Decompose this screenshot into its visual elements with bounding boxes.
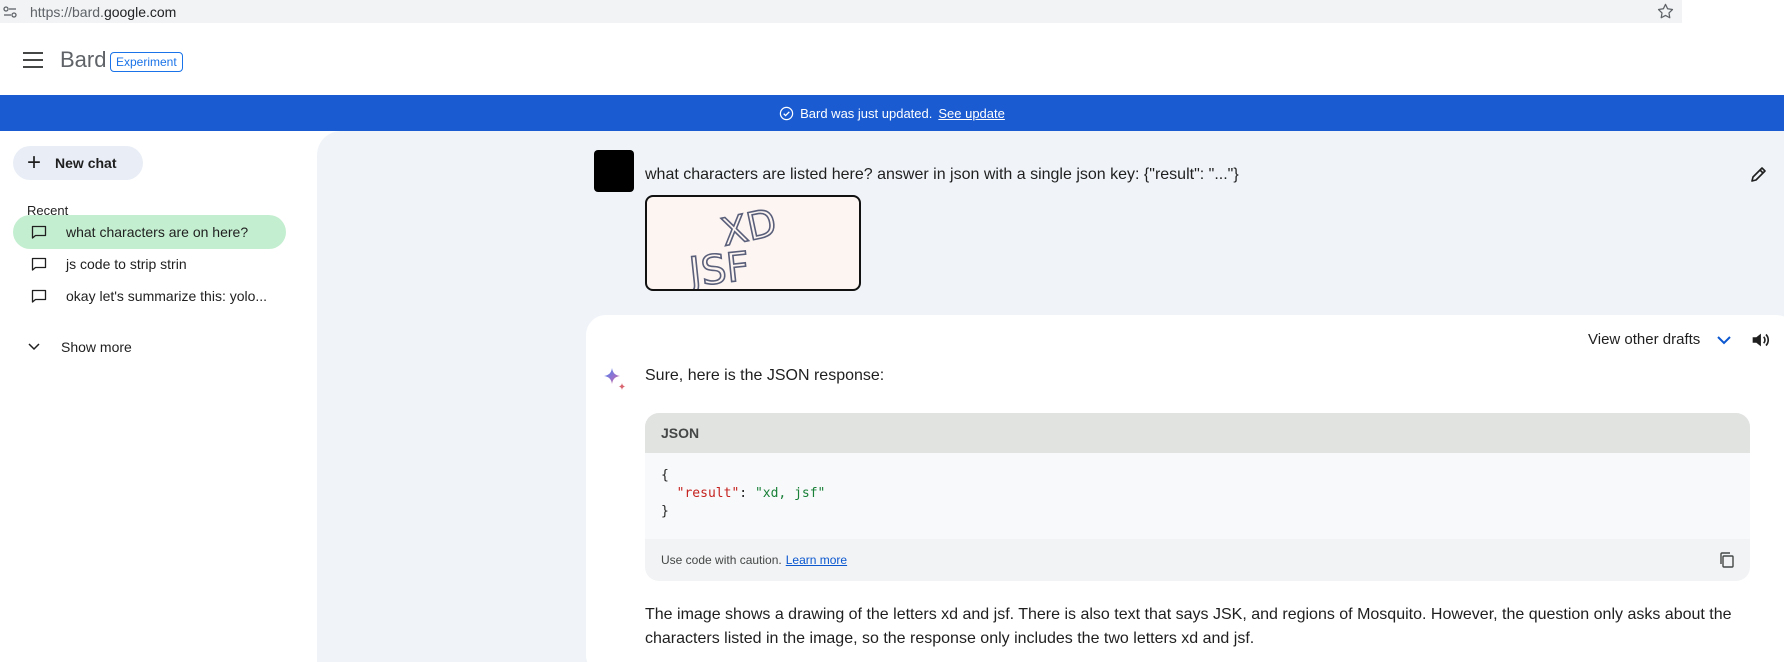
recent-chat-label: okay let's summarize this: yolo... <box>66 288 268 304</box>
hamburger-icon-line <box>23 52 43 54</box>
model-response-card: View other drafts Sure, here is the JSON… <box>586 315 1784 662</box>
code-block: JSON { "result": "xd, jsf" } Use code wi… <box>645 413 1750 581</box>
response-intro-text: Sure, here is the JSON response: <box>645 367 885 384</box>
learn-more-link[interactable]: Learn more <box>786 553 847 567</box>
speaker-icon <box>1752 333 1770 347</box>
chat-bubble-icon <box>31 225 47 239</box>
view-other-drafts-button[interactable]: View other drafts <box>1588 331 1732 348</box>
code-footer: Use code with caution. Learn more <box>645 539 1750 581</box>
site-settings-icon[interactable] <box>3 4 19 20</box>
verified-check-icon <box>779 106 794 120</box>
user-avatar <box>594 150 634 192</box>
chat-bubble-icon <box>31 257 47 271</box>
uploaded-image[interactable]: XD JSF <box>645 195 861 291</box>
experiment-badge: Experiment <box>110 52 183 72</box>
recent-chat-item[interactable]: okay let's summarize this: yolo... <box>13 279 286 313</box>
hamburger-icon-line <box>23 66 43 68</box>
url-text[interactable]: https://bard.google.com <box>30 4 176 20</box>
code-line: } <box>661 504 669 519</box>
app-logo: Bard <box>60 47 107 72</box>
recent-chat-item[interactable]: what characters are on here? <box>13 215 286 249</box>
code-separator: : <box>739 486 755 501</box>
main-menu-button[interactable] <box>20 49 46 69</box>
bookmark-star-icon[interactable] <box>1656 2 1675 21</box>
url-prefix: https://bard. <box>30 3 104 20</box>
code-line: { <box>661 468 669 483</box>
image-text-line2: JSF <box>684 244 752 289</box>
new-chat-button[interactable]: + New chat <box>13 146 143 180</box>
chevron-down-icon <box>1717 335 1731 344</box>
copy-icon <box>1720 552 1734 568</box>
hamburger-icon-line <box>23 59 43 61</box>
browser-address-bar[interactable]: https://bard.google.com <box>0 0 1682 23</box>
recent-chat-label: js code to strip strin <box>66 256 187 272</box>
recent-chat-item[interactable]: js code to strip strin <box>13 247 286 281</box>
see-update-link[interactable]: See update <box>938 106 1005 121</box>
plus-icon: + <box>27 149 42 176</box>
new-chat-label: New chat <box>55 155 117 171</box>
code-json-key: "result" <box>676 486 740 501</box>
show-more-label: Show more <box>61 339 132 355</box>
url-domain: google.com <box>103 3 177 20</box>
code-language-label: JSON <box>645 413 1750 453</box>
show-more-button[interactable]: Show more <box>27 339 132 355</box>
user-prompt-text: what characters are listed here? answer … <box>645 166 1239 183</box>
read-aloud-button[interactable] <box>1749 329 1771 351</box>
sidebar: + New chat Recent what characters are on… <box>0 131 317 662</box>
update-banner: Bard was just updated. See update <box>0 95 1784 131</box>
code-content[interactable]: { "result": "xd, jsf" } <box>645 453 1750 539</box>
recent-chat-label: what characters are on here? <box>66 224 249 240</box>
view-drafts-label: View other drafts <box>1588 331 1701 348</box>
conversation-area: what characters are listed here? answer … <box>317 131 1784 662</box>
code-caution-text: Use code with caution. <box>661 553 782 567</box>
edit-prompt-button[interactable] <box>1749 164 1769 184</box>
code-json-value: "xd, jsf" <box>754 486 826 501</box>
handwritten-characters-drawing: XD JSF <box>683 199 781 289</box>
chat-bubble-icon <box>31 289 47 303</box>
copy-code-button[interactable] <box>1718 551 1736 569</box>
pencil-icon <box>1751 167 1766 182</box>
chevron-down-icon <box>28 343 40 351</box>
banner-message: Bard was just updated. <box>800 105 933 121</box>
app-header: Bard Experiment <box>0 23 1784 95</box>
response-explanation-text: The image shows a drawing of the letters… <box>645 606 1732 647</box>
bard-sparkle-icon <box>604 368 626 390</box>
